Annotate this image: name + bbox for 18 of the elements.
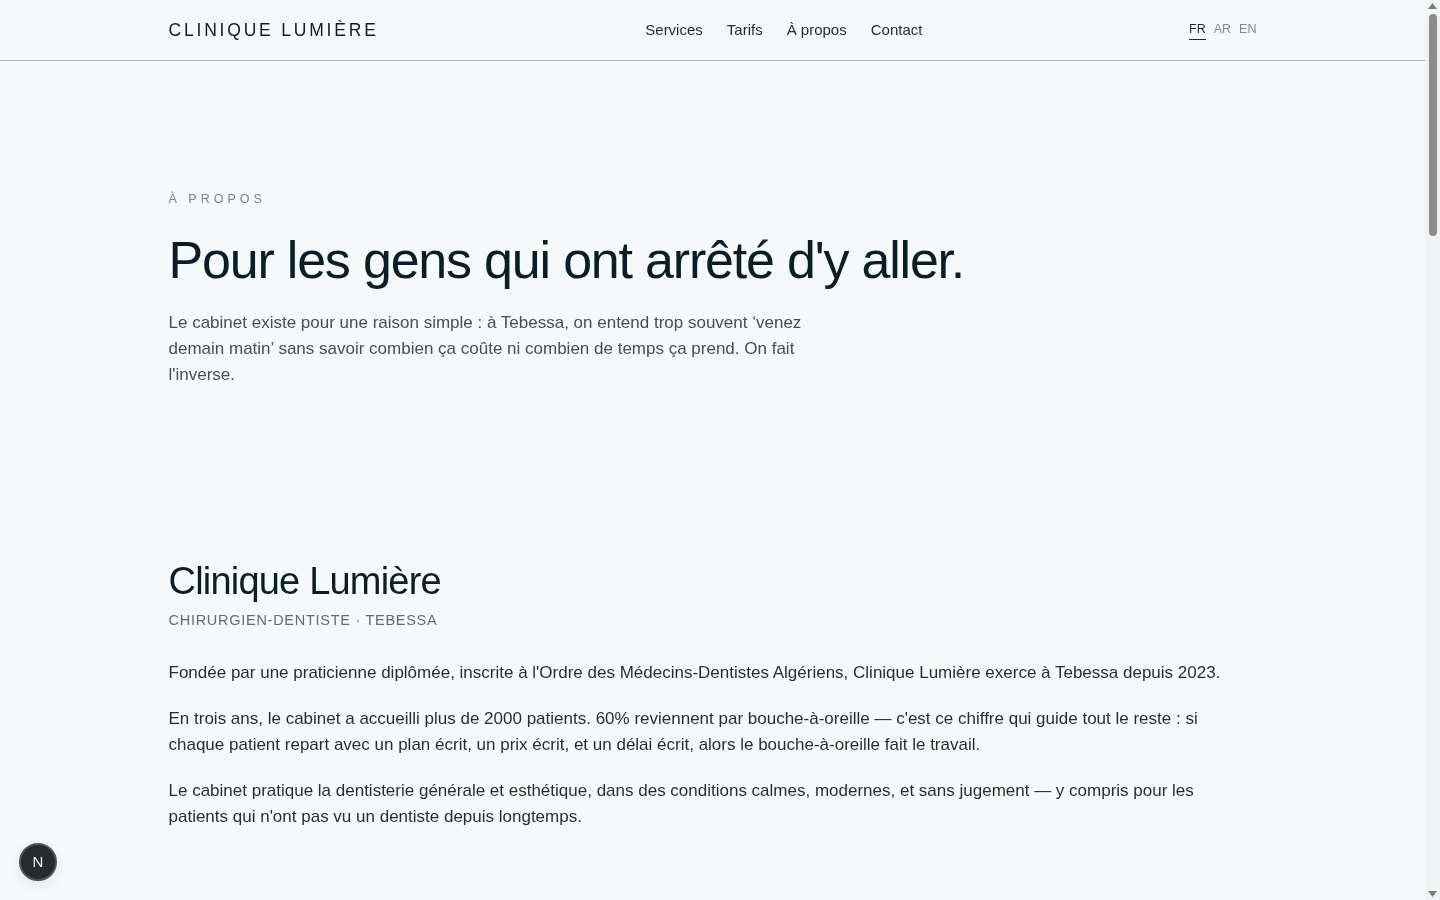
- body-paragraph: En trois ans, le cabinet a accueilli plus de 2000 patients. 60% reviennent par bouche-à-oreille — c'est ce chiffre qui guide tout le reste : si chaque patient repart avec un plan écrit, un prix écrit, et un délai écrit, alors le bouche-à-oreille fait le travail.: [168, 708, 1199, 756]
- language-link[interactable]: FR: [1189, 19, 1206, 41]
- section-heading: Clinique Lumière: [168, 559, 442, 603]
- section-eyebrow: À PROPOS: [168, 192, 267, 206]
- nav-link[interactable]: Tarifs: [726, 18, 763, 42]
- intro-paragraph: Le cabinet existe pour une raison simple : à Tebessa, on entend trop souvent ‘venez demain matin’ sans savoir combien ça coûte ni combien de temps ça prend. On fait l'inverse.: [168, 312, 803, 386]
- scroll-up-arrow-icon[interactable]: [1428, 3, 1437, 9]
- nav-link[interactable]: Contact: [870, 18, 923, 42]
- dev-tools-button[interactable]: N: [19, 843, 57, 881]
- brand-logo-text[interactable]: CLINIQUE LUMIÈRE: [168, 16, 379, 44]
- page-heading: Pour les gens qui ont arrêté d'y aller.: [168, 230, 966, 290]
- section-subtitle: CHIRURGIEN-DENTISTE · TEBESSA: [168, 611, 439, 629]
- scrollbar-thumb[interactable]: [1428, 14, 1437, 236]
- nav-link[interactable]: À propos: [786, 18, 847, 42]
- nav-link[interactable]: Services: [645, 18, 703, 42]
- scroll-down-arrow-icon[interactable]: [1428, 891, 1437, 897]
- body-paragraph: Fondée par une praticienne diplômée, inscrite à l'Ordre des Médecins-Dentistes Algériens, Clinique Lumière exerce à Tebessa depuis 2023.: [168, 662, 1222, 684]
- body-paragraph: Le cabinet pratique la dentisterie générale et esthétique, dans des conditions calmes, modernes, et sans jugement — y compris pour les patients qui n'ont pas vu un dentiste depuis longtemps.: [168, 780, 1195, 828]
